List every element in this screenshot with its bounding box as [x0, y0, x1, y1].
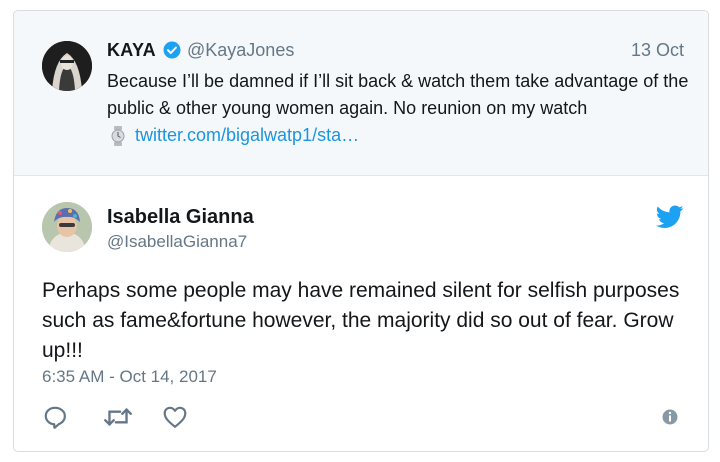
quoted-link[interactable]: twitter.com/bigalwatp1/sta…: [135, 125, 359, 146]
quoted-author-name[interactable]: KAYA: [107, 40, 156, 61]
tweet-timestamp[interactable]: 6:35 AM - Oct 14, 2017: [42, 367, 217, 387]
author-name[interactable]: Isabella Gianna: [107, 206, 254, 229]
retweet-icon[interactable]: [102, 404, 134, 430]
tweet-card: KAYA @KayaJones 13 Oct Because I’ll be d…: [13, 10, 709, 452]
twitter-bird-icon[interactable]: [655, 205, 684, 229]
tweet-text: Perhaps some people may have remained si…: [42, 279, 680, 362]
watch-emoji-icon: [111, 126, 125, 146]
quoted-header: KAYA @KayaJones 13 Oct: [107, 38, 684, 64]
quoted-author-handle[interactable]: @KayaJones: [187, 40, 294, 61]
reply-icon[interactable]: [42, 404, 68, 430]
quoted-avatar[interactable]: [42, 41, 92, 91]
quoted-tweet[interactable]: KAYA @KayaJones 13 Oct Because I’ll be d…: [14, 11, 708, 176]
tweet-actions: [42, 404, 682, 434]
quoted-tweet-text: Because I’ll be damned if I’ll sit back …: [107, 71, 689, 118]
heart-icon[interactable]: [162, 404, 188, 430]
author-handle[interactable]: @IsabellaGianna7: [107, 232, 247, 252]
info-icon[interactable]: [660, 407, 680, 427]
verified-badge-icon: [163, 41, 181, 59]
quoted-date[interactable]: 13 Oct: [631, 40, 684, 61]
author-avatar[interactable]: [42, 202, 92, 252]
